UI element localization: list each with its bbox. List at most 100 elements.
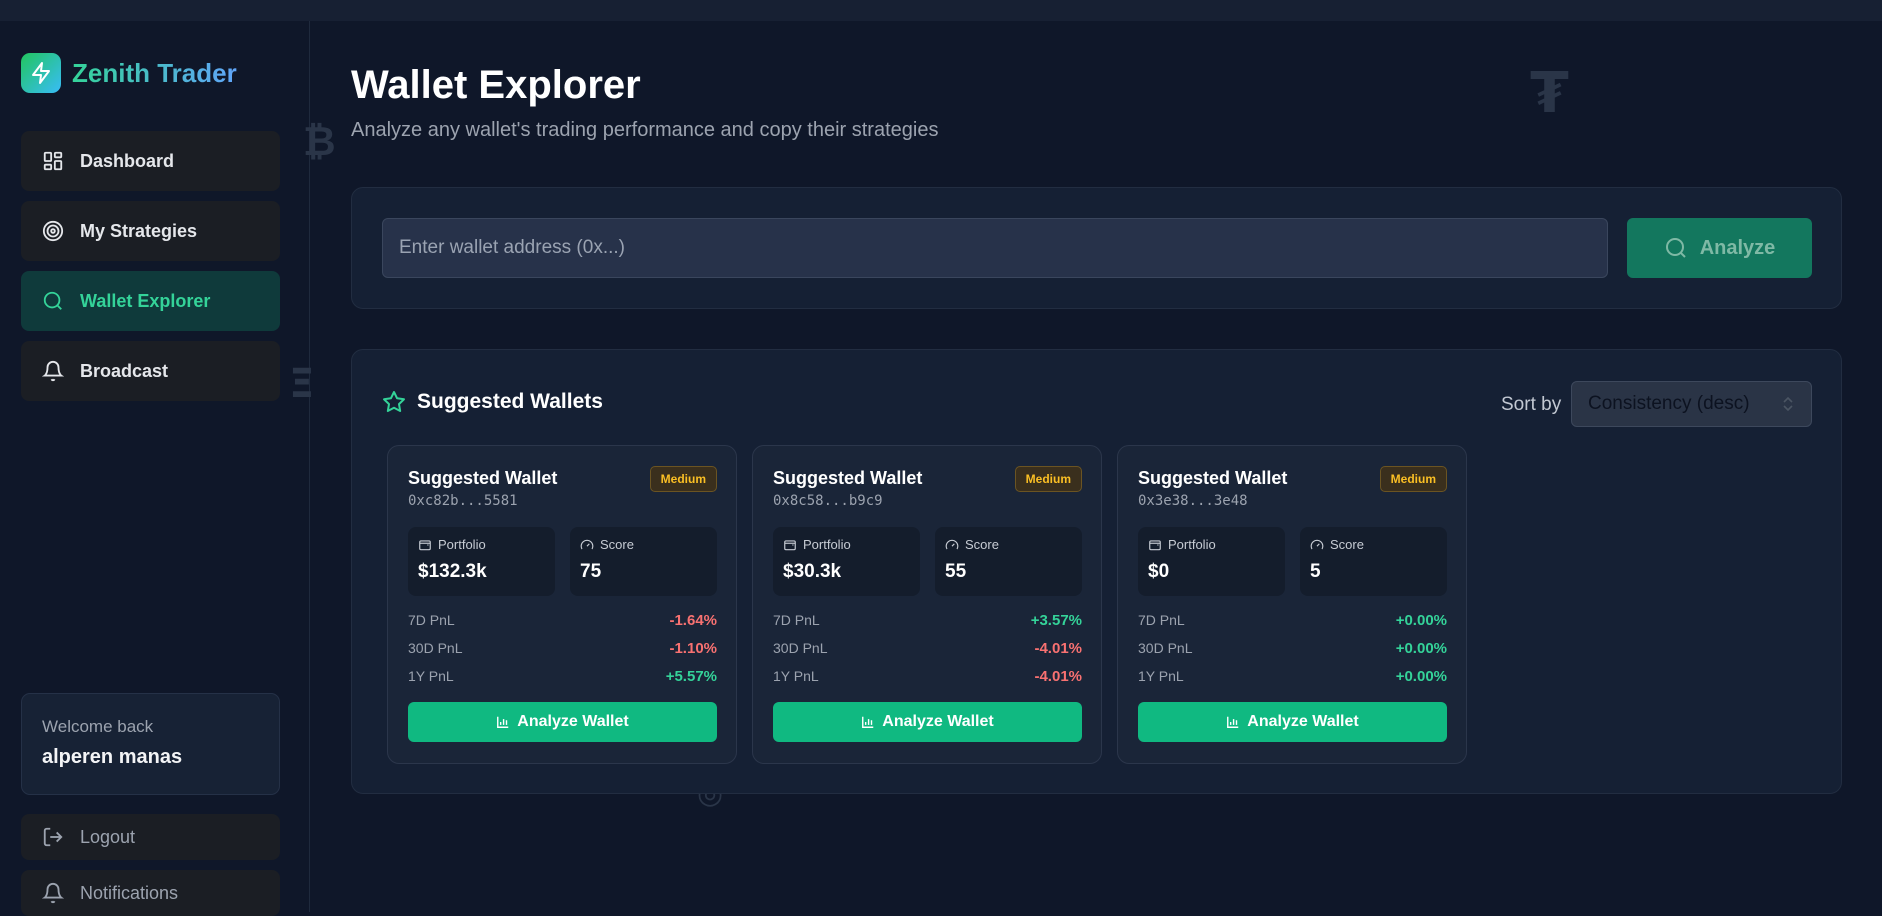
pnl-row-1y: 1Y PnL +0.00% xyxy=(1138,668,1447,685)
gauge-icon xyxy=(580,539,594,549)
pnl-row-1y: 1Y PnL +5.57% xyxy=(408,668,717,685)
section-title: Suggested Wallets xyxy=(417,390,603,413)
logout-button[interactable]: Logout xyxy=(21,814,280,860)
wallet-icon xyxy=(419,539,431,550)
sidebar-item-broadcast[interactable]: Broadcast xyxy=(21,341,280,401)
user-card: Welcome back alperen manas xyxy=(21,693,280,795)
pnl-label: 1Y PnL xyxy=(773,668,819,684)
score-stat: Score 5 xyxy=(1300,527,1447,596)
sidebar-item-label: My Strategies xyxy=(80,220,198,241)
wallet-name: Suggested Wallet xyxy=(1138,468,1288,488)
portfolio-stat: Portfolio $0 xyxy=(1138,527,1285,596)
wallet-icon xyxy=(784,539,796,550)
currency-decoration-icon: ₮ xyxy=(1530,61,1569,126)
pnl-row-1y: 1Y PnL -4.01% xyxy=(773,668,1082,685)
analyze-button[interactable]: Analyze xyxy=(1627,218,1812,278)
search-panel: Analyze xyxy=(351,187,1842,309)
logout-icon xyxy=(43,827,63,847)
pnl-row-30d: 30D PnL -4.01% xyxy=(773,640,1082,657)
wallet-icon xyxy=(1149,539,1161,550)
bar-chart-icon xyxy=(862,716,874,728)
bar-chart-icon xyxy=(1227,716,1239,728)
portfolio-stat: Portfolio $30.3k xyxy=(773,527,920,596)
sort-label: Sort by xyxy=(1501,394,1562,415)
pnl-label: 30D PnL xyxy=(773,640,828,656)
pnl-value: +0.00% xyxy=(1395,668,1447,685)
pnl-row-7d: 7D PnL +0.00% xyxy=(1138,612,1447,629)
analyze-wallet-label: Analyze Wallet xyxy=(882,713,994,730)
pnl-row-30d: 30D PnL +0.00% xyxy=(1138,640,1447,657)
wallet-name: Suggested Wallet xyxy=(773,468,923,488)
pnl-label: 7D PnL xyxy=(408,612,455,628)
pnl-label: 7D PnL xyxy=(1138,612,1185,628)
portfolio-value: $30.3k xyxy=(783,561,842,582)
pnl-value: -4.01% xyxy=(1034,668,1082,685)
suggested-wallets-header: Suggested Wallets xyxy=(382,390,603,414)
pnl-value: +5.57% xyxy=(665,668,717,685)
main-content: ₿ Ξ ₮ $ ◎ Wallet Explorer Analyze any wa… xyxy=(289,21,1882,912)
wallet-address: 0xc82b...5581 xyxy=(408,493,518,509)
dashboard-icon xyxy=(43,151,63,171)
notifications-button[interactable]: Notifications xyxy=(21,870,280,916)
search-icon xyxy=(1665,238,1686,258)
score-stat: Score 75 xyxy=(570,527,717,596)
sidebar-item-my-strategies[interactable]: My Strategies xyxy=(21,201,280,261)
target-icon xyxy=(42,220,64,242)
notifications-label: Notifications xyxy=(80,882,179,903)
brand-name: Zenith Trader xyxy=(72,57,237,88)
risk-badge: Medium xyxy=(1379,466,1447,492)
pnl-label: 1Y PnL xyxy=(408,668,454,684)
logout-label: Logout xyxy=(80,826,136,847)
sidebar-item-label: Wallet Explorer xyxy=(80,290,211,311)
pnl-value: +3.57% xyxy=(1030,612,1082,629)
portfolio-label: Portfolio xyxy=(1168,537,1216,552)
lightning-icon xyxy=(21,53,61,93)
pnl-row-7d: 7D PnL -1.64% xyxy=(408,612,717,629)
analyze-wallet-button[interactable]: Analyze Wallet xyxy=(408,702,717,742)
analyze-wallet-button[interactable]: Analyze Wallet xyxy=(1138,702,1447,742)
pnl-value: -4.01% xyxy=(1034,640,1082,657)
wallet-card: Suggested Wallet 0x3e38...3e48 Medium Po… xyxy=(1117,445,1467,764)
pnl-label: 30D PnL xyxy=(1138,640,1193,656)
risk-badge: Medium xyxy=(649,466,717,492)
score-label: Score xyxy=(600,537,634,552)
portfolio-value: $132.3k xyxy=(418,561,487,582)
analyze-wallet-button[interactable]: Analyze Wallet xyxy=(773,702,1082,742)
analyze-wallet-label: Analyze Wallet xyxy=(1247,713,1359,730)
pnl-label: 7D PnL xyxy=(773,612,820,628)
bell-icon xyxy=(42,361,64,382)
portfolio-stat: Portfolio $132.3k xyxy=(408,527,555,596)
chevron-up-down-icon xyxy=(1783,396,1793,412)
score-label: Score xyxy=(965,537,999,552)
sidebar-item-label: Dashboard xyxy=(80,150,175,171)
welcome-text: Welcome back xyxy=(42,717,154,736)
wallet-card: Suggested Wallet 0x8c58...b9c9 Medium Po… xyxy=(752,445,1102,764)
pnl-label: 30D PnL xyxy=(408,640,463,656)
page-title: Wallet Explorer xyxy=(351,63,641,107)
risk-badge: Medium xyxy=(1014,466,1082,492)
brand[interactable]: Zenith Trader xyxy=(21,53,237,93)
portfolio-value: $0 xyxy=(1148,561,1170,582)
bar-chart-icon xyxy=(497,716,509,728)
pnl-row-7d: 7D PnL +3.57% xyxy=(773,612,1082,629)
suggested-wallets-panel: Suggested Wallets Sort by Consistency (d… xyxy=(351,349,1842,794)
portfolio-label: Portfolio xyxy=(803,537,851,552)
currency-decoration-icon: ₿ xyxy=(303,119,336,165)
pnl-value: -1.64% xyxy=(669,612,717,629)
score-value: 55 xyxy=(945,561,967,582)
wallet-address-input[interactable] xyxy=(382,218,1608,278)
sidebar: Zenith Trader Dashboard My Strategies Wa… xyxy=(0,21,310,916)
pnl-value: -1.10% xyxy=(669,640,717,657)
sort-select[interactable]: Consistency (desc) xyxy=(1571,381,1812,427)
wallet-address: 0x8c58...b9c9 xyxy=(773,493,883,509)
gauge-icon xyxy=(1310,539,1324,549)
gauge-icon xyxy=(945,539,959,549)
currency-decoration-icon: Ξ xyxy=(289,361,315,407)
search-icon xyxy=(43,291,62,310)
pnl-row-30d: 30D PnL -1.10% xyxy=(408,640,717,657)
sidebar-item-wallet-explorer[interactable]: Wallet Explorer xyxy=(21,271,280,331)
portfolio-label: Portfolio xyxy=(438,537,486,552)
pnl-value: +0.00% xyxy=(1395,612,1447,629)
sidebar-item-dashboard[interactable]: Dashboard xyxy=(21,131,280,191)
sidebar-item-label: Broadcast xyxy=(80,360,169,381)
